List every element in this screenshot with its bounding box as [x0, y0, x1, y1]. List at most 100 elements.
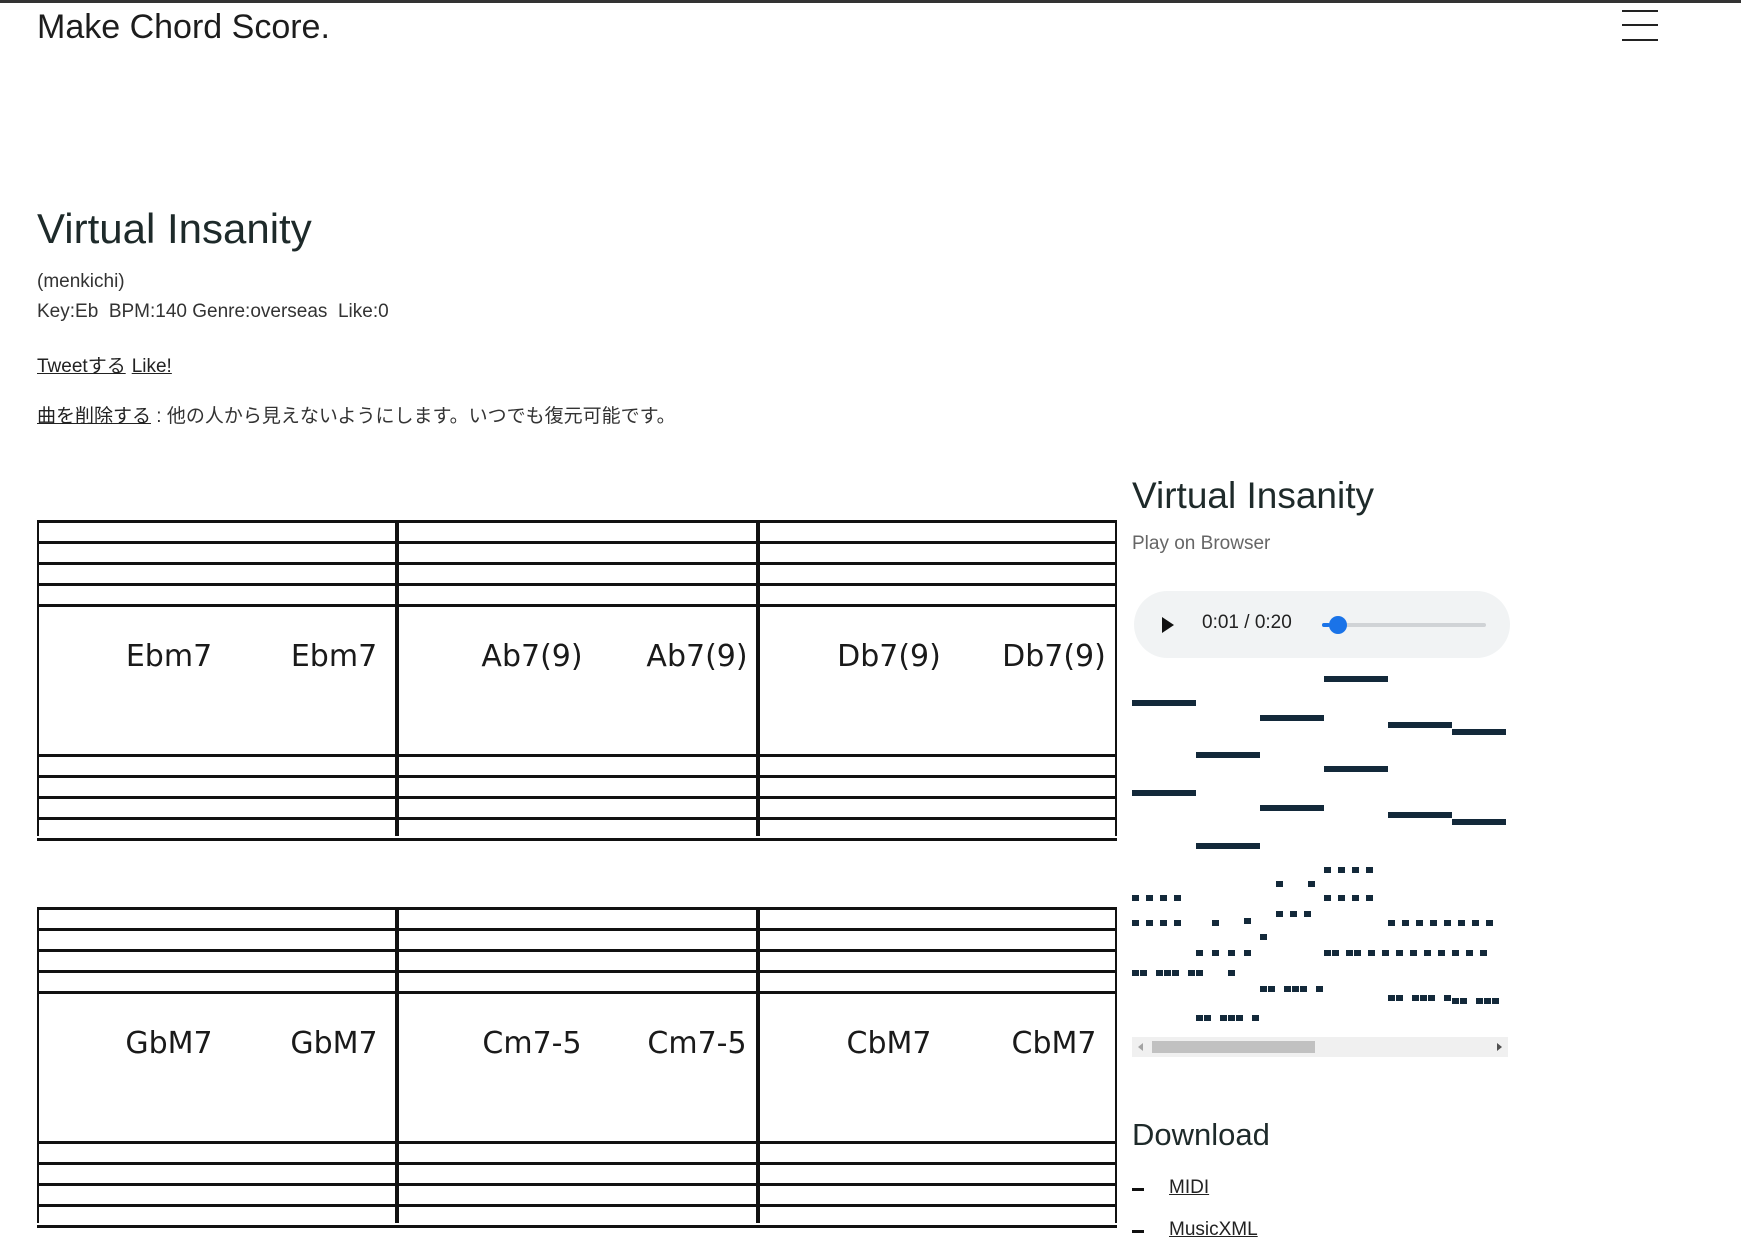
piano-roll-note [1196, 843, 1260, 849]
piano-roll-note [1486, 920, 1493, 926]
piano-roll-note [1174, 920, 1181, 926]
barline [395, 520, 399, 836]
piano-roll-note [1160, 920, 1167, 926]
delete-song-link[interactable]: 曲を削除する [37, 406, 151, 427]
piano-roll-note [1132, 970, 1139, 976]
barline [756, 907, 760, 1223]
download-title: Download [1132, 1117, 1270, 1152]
piano-roll-note [1438, 950, 1445, 956]
chord-symbol: Ab7(9) [646, 639, 748, 674]
piano-roll-note [1252, 1015, 1259, 1021]
song-title: Virtual Insanity [37, 205, 312, 252]
piano-roll-note [1416, 920, 1423, 926]
seek-handle[interactable] [1329, 616, 1348, 634]
piano-roll-note [1352, 895, 1359, 901]
piano-roll-note [1132, 790, 1196, 796]
barline [756, 520, 760, 836]
piano-roll-note [1164, 970, 1171, 976]
piano-roll-note [1276, 881, 1283, 887]
piano-roll-note [1366, 895, 1373, 901]
piano-roll-note [1368, 950, 1375, 956]
menu-line [1622, 39, 1658, 41]
piano-roll-note [1424, 950, 1431, 956]
piano-roll [1132, 668, 1508, 1030]
barline [37, 907, 39, 1223]
player-subtitle: Play on Browser [1132, 533, 1271, 554]
piano-roll-note [1382, 950, 1389, 956]
piano-roll-note [1452, 819, 1506, 825]
chord-symbol: GbM7 [290, 1026, 378, 1061]
like-link[interactable]: Like! [132, 356, 172, 377]
piano-roll-note [1132, 895, 1139, 901]
share-links: Tweetする Like! [37, 351, 178, 378]
piano-roll-note [1146, 920, 1153, 926]
song-author: (menkichi) [37, 271, 125, 292]
piano-roll-note [1196, 970, 1203, 976]
barline [1115, 520, 1117, 836]
top-border [0, 0, 1741, 3]
piano-roll-note [1196, 1015, 1203, 1021]
piano-roll-note [1228, 970, 1235, 976]
scroll-right-icon[interactable] [1497, 1043, 1502, 1051]
audio-time: 0:01 / 0:20 [1202, 612, 1292, 633]
scroll-left-icon[interactable] [1138, 1043, 1143, 1051]
piano-roll-note [1212, 950, 1219, 956]
scrollbar-thumb[interactable] [1152, 1041, 1315, 1053]
play-icon[interactable] [1162, 617, 1174, 633]
piano-roll-note [1324, 867, 1331, 873]
piano-roll-note [1396, 995, 1403, 1001]
piano-roll-note [1338, 895, 1345, 901]
musicxml-download-link[interactable]: MusicXML [1169, 1219, 1258, 1241]
piano-roll-note [1292, 986, 1299, 992]
piano-roll-note [1338, 867, 1345, 873]
piano-roll-note [1228, 1015, 1235, 1021]
piano-roll-note [1352, 867, 1359, 873]
piano-roll-note [1260, 805, 1324, 811]
piano-roll-note [1244, 918, 1251, 924]
piano-roll-note [1260, 934, 1267, 940]
piano-roll-note [1160, 895, 1167, 901]
barline [1115, 907, 1117, 1223]
piano-roll-note [1324, 676, 1388, 682]
piano-roll-note [1316, 986, 1323, 992]
piano-roll-note [1332, 950, 1339, 956]
menu-line [1622, 24, 1658, 26]
piano-roll-note [1132, 920, 1139, 926]
piano-roll-note [1260, 715, 1324, 721]
piano-roll-note [1388, 722, 1452, 728]
piano-roll-note [1308, 881, 1315, 887]
horizontal-scrollbar[interactable] [1132, 1037, 1508, 1057]
piano-roll-note [1244, 950, 1251, 956]
piano-roll-note [1260, 986, 1267, 992]
piano-roll-note [1430, 920, 1437, 926]
tweet-link[interactable]: Tweetする [37, 356, 126, 377]
piano-roll-note [1412, 995, 1419, 1001]
chord-symbol: Ebm7 [290, 639, 378, 674]
piano-roll-note [1484, 998, 1491, 1004]
piano-roll-note [1480, 950, 1487, 956]
piano-roll-note [1452, 998, 1459, 1004]
piano-roll-note [1354, 950, 1361, 956]
barline [395, 907, 399, 1223]
piano-roll-note [1324, 950, 1331, 956]
piano-roll-note [1304, 911, 1311, 917]
piano-roll-note [1476, 998, 1483, 1004]
piano-roll-note [1388, 995, 1395, 1001]
piano-roll-note [1276, 911, 1283, 917]
chord-symbol: Db7(9) [1002, 639, 1106, 674]
piano-roll-note [1268, 986, 1275, 992]
delete-note: : 他の人から見えないようにします。いつでも復元可能です。 [151, 406, 676, 427]
piano-roll-note [1196, 752, 1260, 758]
piano-roll-note [1388, 920, 1395, 926]
piano-roll-note [1460, 998, 1467, 1004]
piano-roll-note [1196, 950, 1203, 956]
piano-roll-note [1300, 986, 1307, 992]
midi-download-link[interactable]: MIDI [1169, 1177, 1209, 1199]
song-meta: Key:Eb BPM:140 Genre:overseas Like:0 [37, 301, 389, 322]
seek-slider[interactable] [1322, 616, 1486, 634]
piano-roll-note [1396, 950, 1403, 956]
hamburger-menu-icon[interactable] [1622, 10, 1658, 42]
audio-player: 0:01 / 0:20 [1134, 591, 1510, 658]
site-brand[interactable]: Make Chord Score. [37, 8, 330, 47]
menu-line [1622, 10, 1658, 12]
